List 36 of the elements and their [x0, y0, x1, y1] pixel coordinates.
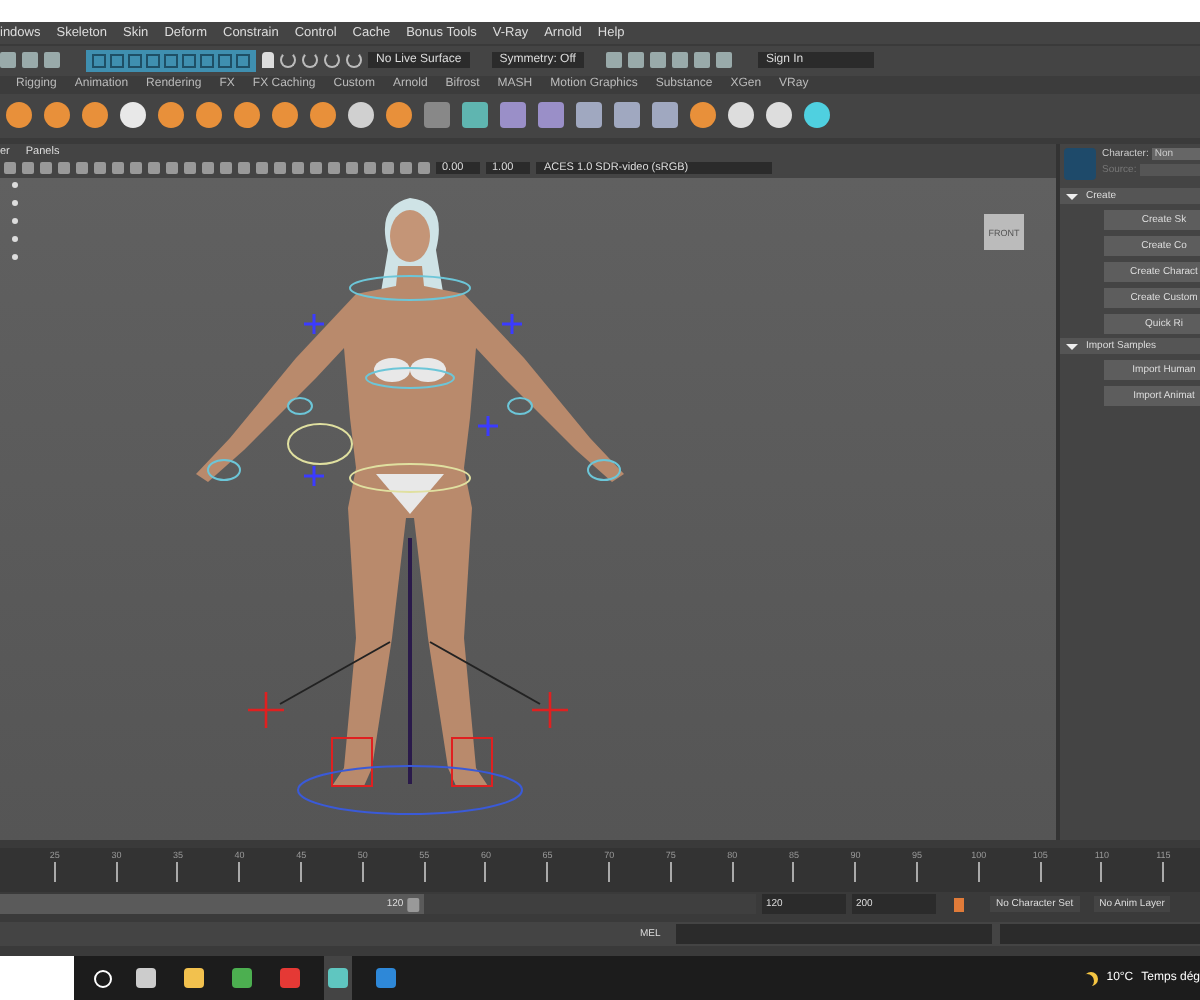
shelf-tool-icon[interactable]: [614, 102, 640, 129]
expand-arrow-icon[interactable]: [1066, 193, 1078, 200]
expand-arrow-icon[interactable]: [1066, 343, 1078, 350]
shelf-tool-icon[interactable]: [6, 102, 32, 129]
shelf-tool-icon[interactable]: [728, 102, 754, 129]
shelf-tool-icon[interactable]: [272, 102, 298, 129]
shelf-tool-icon[interactable]: [652, 102, 678, 129]
shelf-tool-icon[interactable]: [196, 102, 222, 129]
shelf-tool-icon[interactable]: [44, 102, 70, 129]
bookmark-icon[interactable]: [954, 897, 964, 912]
shelf-tool-icon[interactable]: [462, 102, 488, 129]
shelf-tool-icon[interactable]: [120, 102, 146, 129]
shelf-tool-icon[interactable]: [310, 102, 336, 129]
hud-marker-icon: [12, 254, 18, 261]
shelf-tool-icon[interactable]: [576, 102, 602, 129]
range-slider-fill[interactable]: [0, 894, 424, 915]
shelf-tool-icon[interactable]: [500, 102, 526, 129]
shelf-tool-icon[interactable]: [766, 102, 792, 129]
app-icon[interactable]: [324, 956, 352, 1000]
shelf-tool-icon[interactable]: [386, 102, 412, 129]
shelf-tool-icon[interactable]: [348, 102, 374, 129]
hud-marker-icon: [12, 236, 18, 243]
shelf-tool-icon[interactable]: [538, 102, 564, 129]
shelf-tool-icon[interactable]: [158, 102, 184, 129]
circle-icon[interactable]: [94, 969, 112, 988]
moon-icon: [1084, 971, 1099, 986]
search-field[interactable]: [0, 956, 74, 1000]
hud-marker-icon: [12, 200, 18, 207]
lock-icon[interactable]: [262, 52, 274, 69]
hud-marker-icon: [12, 182, 18, 189]
shelf-tool-icon[interactable]: [690, 102, 716, 129]
shelf-tool-icon[interactable]: [804, 102, 830, 129]
shelf-tool-icon[interactable]: [234, 102, 260, 129]
shelf-tool-icon[interactable]: [82, 102, 108, 129]
command-field[interactable]: [676, 924, 992, 945]
hud-marker-icon: [12, 218, 18, 225]
